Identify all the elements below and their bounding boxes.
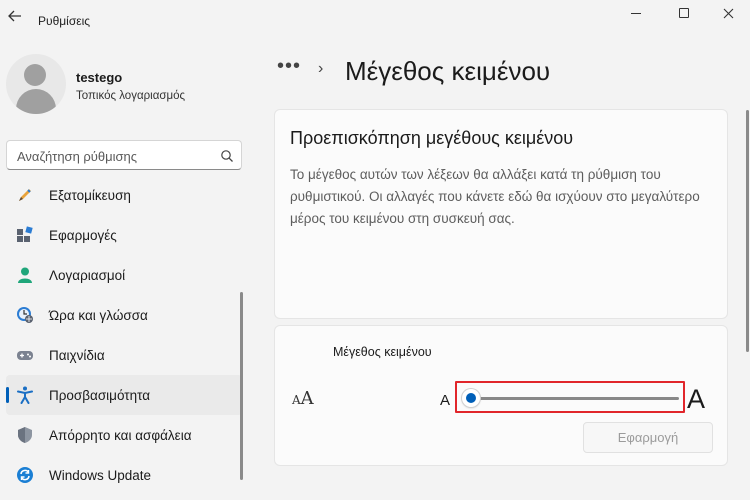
sidebar-item-gaming[interactable]: Παιχνίδια bbox=[6, 335, 242, 375]
minimize-button[interactable] bbox=[614, 2, 658, 24]
app-title: Ρυθμίσεις bbox=[38, 14, 91, 28]
user-account-type: Τοπικός λογαριασμός bbox=[76, 90, 186, 102]
sidebar-item-accessibility[interactable]: Προσβασιμότητα bbox=[6, 375, 242, 415]
sidebar-item-label: Απόρρητο και ασφάλεια bbox=[49, 427, 192, 443]
close-button[interactable] bbox=[706, 2, 750, 24]
sidebar-scrollbar[interactable] bbox=[240, 292, 243, 480]
active-indicator bbox=[6, 387, 9, 403]
sidebar-item-time-language[interactable]: Ώρα και γλώσσα bbox=[6, 295, 242, 335]
sidebar-item-windows-update[interactable]: Windows Update bbox=[6, 455, 242, 495]
sidebar-nav: Εξατομίκευση Εφαρμογές Λογαριασμοί Ώρα κ… bbox=[6, 175, 242, 495]
personalization-icon bbox=[19, 189, 31, 201]
sidebar-item-personalization[interactable]: Εξατομίκευση bbox=[6, 175, 242, 215]
maximize-icon bbox=[679, 8, 689, 18]
slider-track[interactable] bbox=[469, 397, 679, 400]
preview-title: Προεπισκόπηση μεγέθους κειμένου bbox=[290, 128, 574, 148]
user-name: testego bbox=[76, 70, 123, 85]
close-icon bbox=[723, 8, 733, 18]
sidebar-item-label: Εφαρμογές bbox=[49, 227, 117, 243]
sidebar-item-label: Εξατομίκευση bbox=[49, 187, 131, 203]
sidebar-item-apps[interactable]: Εφαρμογές bbox=[6, 215, 242, 255]
avatar bbox=[6, 54, 66, 114]
minimize-icon bbox=[631, 12, 641, 14]
slider-thumb[interactable] bbox=[462, 389, 480, 407]
accessibility-icon bbox=[17, 386, 33, 404]
text-size-slider[interactable] bbox=[455, 381, 685, 413]
gaming-icon bbox=[17, 351, 33, 360]
maximize-button[interactable] bbox=[662, 2, 706, 24]
arrow-left-icon bbox=[8, 10, 21, 22]
search-box[interactable] bbox=[6, 140, 242, 170]
time-language-icon bbox=[17, 307, 33, 323]
slider-min-label: A bbox=[440, 392, 451, 409]
text-size-setting-card: Μέγεθος κειμένου AA A A Εφαρμογή bbox=[274, 325, 728, 466]
main-scrollbar[interactable] bbox=[746, 110, 749, 352]
accounts-icon bbox=[18, 267, 32, 283]
search-icon[interactable] bbox=[220, 149, 234, 163]
chevron-right-icon: › bbox=[318, 60, 324, 77]
title-bar: Ρυθμίσεις bbox=[0, 0, 750, 32]
page-title: Μέγεθος κειμένου bbox=[345, 56, 551, 86]
breadcrumb-more-button[interactable]: ••• bbox=[277, 56, 301, 76]
sidebar-item-privacy-security[interactable]: Απόρρητο και ασφάλεια bbox=[6, 415, 242, 455]
search-input[interactable] bbox=[17, 147, 207, 165]
text-size-preview-card: Προεπισκόπηση μεγέθους κειμένου Το μέγεθ… bbox=[274, 109, 728, 319]
back-button[interactable] bbox=[4, 6, 26, 26]
text-size-label: Μέγεθος κειμένου bbox=[333, 345, 432, 359]
text-size-icon: AA bbox=[292, 388, 314, 409]
preview-text: Το μέγεθος αυτών των λέξεων θα αλλάξει κ… bbox=[290, 167, 700, 226]
slider-max-label: A bbox=[687, 384, 706, 414]
sidebar-item-accounts[interactable]: Λογαριασμοί bbox=[6, 255, 242, 295]
sidebar-item-label: Ώρα και γλώσσα bbox=[49, 307, 148, 323]
user-profile[interactable]: testego Τοπικός λογαριασμός bbox=[6, 54, 266, 114]
apps-icon bbox=[17, 226, 33, 242]
sidebar-item-label: Windows Update bbox=[49, 467, 152, 483]
apply-button[interactable]: Εφαρμογή bbox=[583, 422, 713, 453]
sidebar-item-label: Λογαριασμοί bbox=[49, 267, 126, 283]
privacy-security-icon bbox=[18, 427, 32, 443]
sidebar-item-label: Προσβασιμότητα bbox=[49, 387, 151, 403]
sidebar-item-label: Παιχνίδια bbox=[49, 347, 105, 363]
windows-update-icon bbox=[17, 467, 33, 483]
